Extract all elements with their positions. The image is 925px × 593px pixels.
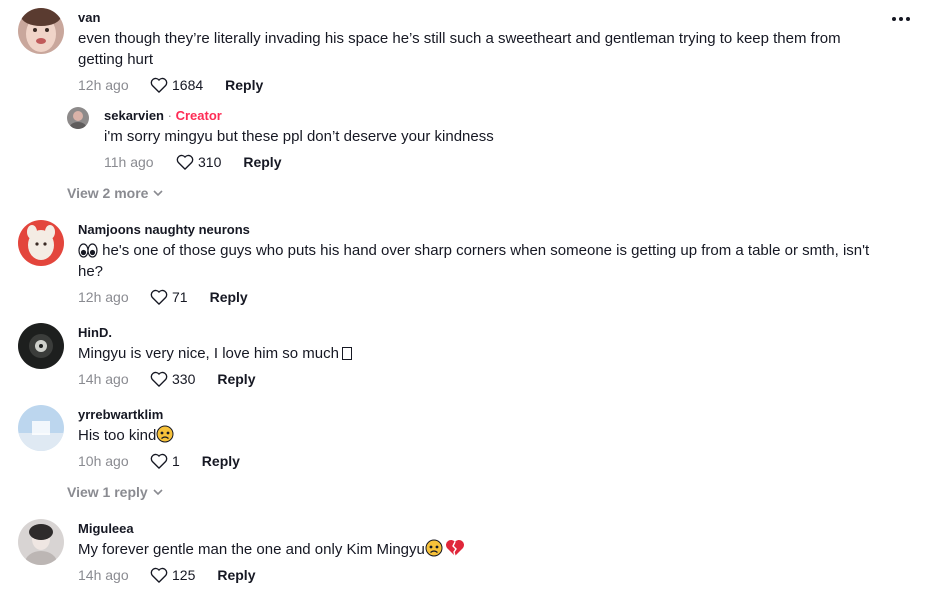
comment-text: My forever gentle man the one and only K… <box>78 539 878 560</box>
badge-separator: · <box>167 108 172 123</box>
reply-button[interactable]: Reply <box>217 567 255 583</box>
like-count: 1 <box>172 453 180 469</box>
comment-text: he's one of those guys who puts his hand… <box>78 240 878 282</box>
comment-text: His too kind <box>78 425 878 446</box>
comment-username[interactable]: yrrebwartklim <box>78 407 878 423</box>
like-count: 71 <box>172 289 188 305</box>
comment-meta: 12h ago 1684 Reply <box>78 75 878 95</box>
comment-item: HinD. Mingyu is very nice, I love him so… <box>78 325 878 389</box>
like-button[interactable]: 1684 <box>150 77 203 93</box>
comment-meta: 12h ago 71 Reply <box>78 287 878 307</box>
comment-meta: 10h ago 1 Reply <box>78 451 878 471</box>
creator-badge: Creator <box>175 108 222 123</box>
like-button[interactable]: 71 <box>150 289 188 305</box>
eyes-emoji-icon <box>78 243 98 258</box>
comment-item: van even though they’re literally invadi… <box>78 10 878 95</box>
like-count: 310 <box>198 154 222 170</box>
heart-outline-icon <box>150 371 168 387</box>
chevron-down-icon <box>153 190 164 197</box>
like-button[interactable]: 125 <box>150 567 195 583</box>
comment-item: Miguleea My forever gentle man the one a… <box>78 521 878 585</box>
comment-meta: 14h ago 330 Reply <box>78 369 878 389</box>
comment-time: 14h ago <box>78 371 129 387</box>
comment-username-text: sekarvien <box>104 108 164 123</box>
avatar[interactable] <box>18 8 64 54</box>
avatar[interactable] <box>18 405 64 451</box>
view-more-label: View 1 reply <box>67 484 148 500</box>
broken-heart-emoji-icon <box>445 540 464 557</box>
comment-item: yrrebwartklim His too kind 10h ago 1 Rep… <box>78 407 878 471</box>
comment-text: even though they’re literally invading h… <box>78 30 841 68</box>
comment-username[interactable]: HinD. <box>78 325 878 341</box>
unsupported-emoji-icon <box>341 347 352 360</box>
comment-username[interactable]: Miguleea <box>78 521 878 537</box>
comment-text: i'm sorry mingyu but these ppl don’t des… <box>104 128 494 145</box>
reply-button[interactable]: Reply <box>243 154 281 170</box>
comment-time: 14h ago <box>78 567 129 583</box>
sad-face-emoji-icon <box>425 539 443 557</box>
like-count: 125 <box>172 567 196 583</box>
reply-button[interactable]: Reply <box>225 77 263 93</box>
heart-outline-icon <box>176 154 194 170</box>
more-options-icon[interactable] <box>892 12 916 26</box>
comment-time: 12h ago <box>78 289 129 305</box>
comment-time: 10h ago <box>78 453 129 469</box>
like-button[interactable]: 330 <box>150 371 195 387</box>
heart-outline-icon <box>150 77 168 93</box>
comment-item: Namjoons naughty neurons he's one of tho… <box>78 222 878 307</box>
like-count: 1684 <box>172 77 204 93</box>
avatar[interactable] <box>18 323 64 369</box>
comment-text-body: he's one of those guys who puts his hand… <box>78 242 870 280</box>
heart-outline-icon <box>150 567 168 583</box>
avatar[interactable] <box>67 107 89 129</box>
comment-text-body: My forever gentle man the one and only K… <box>78 541 425 558</box>
view-replies-button[interactable]: View 1 reply <box>67 484 163 500</box>
comment-item: sekarvien · Creator i'm sorry mingyu but… <box>104 108 864 172</box>
like-count: 330 <box>172 371 196 387</box>
avatar[interactable] <box>18 220 64 266</box>
like-button[interactable]: 310 <box>176 154 221 170</box>
view-more-replies-button[interactable]: View 2 more <box>67 185 164 201</box>
comment-meta: 14h ago 125 Reply <box>78 565 878 585</box>
heart-outline-icon <box>150 289 168 305</box>
sad-face-emoji-icon <box>156 425 174 443</box>
reply-button[interactable]: Reply <box>217 371 255 387</box>
comment-username[interactable]: sekarvien · Creator <box>104 108 864 124</box>
comment-time: 11h ago <box>104 154 154 170</box>
comment-username[interactable]: van <box>78 10 878 26</box>
view-more-label: View 2 more <box>67 185 149 201</box>
like-button[interactable]: 1 <box>150 453 180 469</box>
comment-username[interactable]: Namjoons naughty neurons <box>78 222 878 238</box>
heart-outline-icon <box>150 453 168 469</box>
comment-text: Mingyu is very nice, I love him so much <box>78 343 878 364</box>
reply-button[interactable]: Reply <box>202 453 240 469</box>
comment-text-body: Mingyu is very nice, I love him so much <box>78 345 339 362</box>
comment-time: 12h ago <box>78 77 129 93</box>
chevron-down-icon <box>153 489 163 496</box>
avatar[interactable] <box>18 519 64 565</box>
comment-meta: 11h ago 310 Reply <box>104 152 864 172</box>
comment-text-body: His too kind <box>78 427 157 444</box>
reply-button[interactable]: Reply <box>210 289 248 305</box>
